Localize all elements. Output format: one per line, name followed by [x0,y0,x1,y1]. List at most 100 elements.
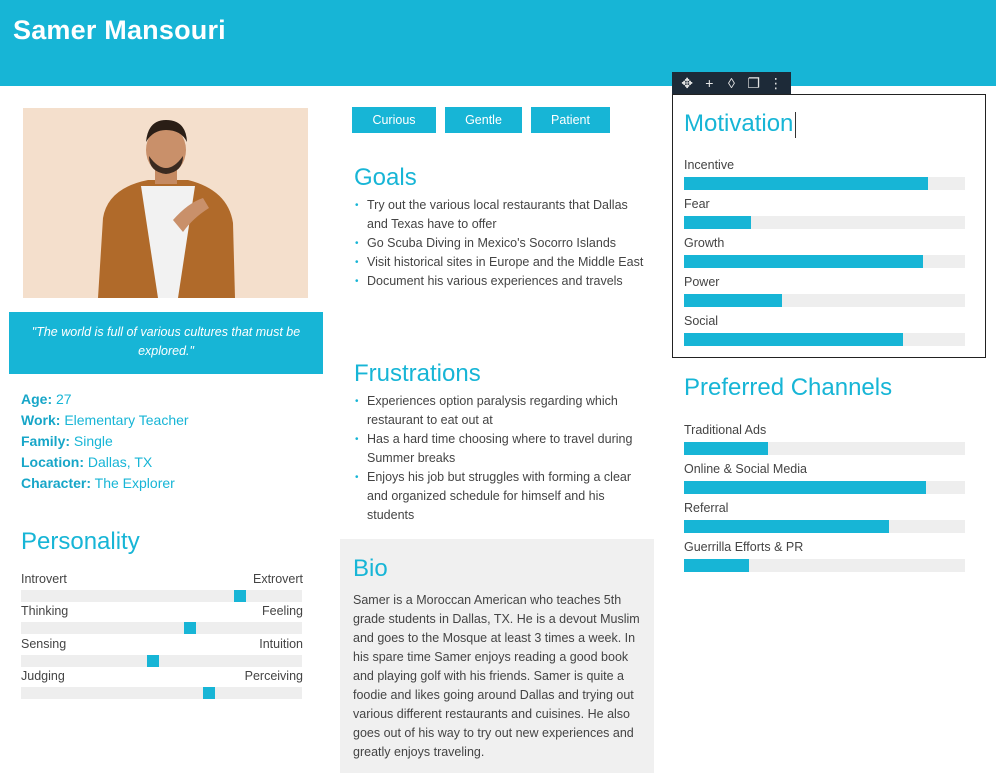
bar-label: Online & Social Media [684,462,807,476]
fact-work: Work: Elementary Teacher [21,410,189,431]
trait-left-label: Sensing [21,637,67,651]
trait-row: Thinking Feeling [21,604,303,634]
bar-label: Referral [684,501,729,515]
element-toolbar: ✥ + ◊ ❐ ⋮ [672,72,791,94]
bar-track[interactable] [684,255,965,268]
bar-label: Guerrilla Efforts & PR [684,540,804,554]
list-item: Try out the various local restaurants th… [354,196,650,234]
persona-name[interactable]: Samer Mansouri [13,15,226,46]
motivation-bar: Incentive [684,158,965,190]
motivation-bar: Social [684,314,965,346]
persona-photo[interactable] [23,108,308,298]
frustrations-title[interactable]: Frustrations [354,360,481,388]
motivation-bar: Power [684,275,965,307]
person-illustration [23,108,308,298]
bar-fill [684,481,926,494]
fact-key: Family: [21,433,71,449]
trait-right-label: Intuition [259,637,303,651]
tag-gentle[interactable]: Gentle [445,107,522,133]
bar-fill [684,294,783,307]
bar-fill [684,255,923,268]
channel-bar: Guerrilla Efforts & PR [684,540,965,572]
trait-left-label: Judging [21,669,65,683]
trait-right-label: Perceiving [244,669,303,683]
trait-marker[interactable] [184,622,196,634]
motivation-title[interactable]: Motivation [684,110,793,138]
motivation-bar: Fear [684,197,965,229]
trait-row: Judging Perceiving [21,669,303,699]
bar-fill [684,520,890,533]
bio-title[interactable]: Bio [353,555,388,583]
channel-bar: Referral [684,501,965,533]
bar-fill [684,177,929,190]
trait-left-label: Thinking [21,604,69,618]
bio-text[interactable]: Samer is a Moroccan American who teaches… [353,591,645,762]
more-icon[interactable]: ⋮ [766,72,786,94]
tag-patient[interactable]: Patient [531,107,610,133]
fact-character: Character: The Explorer [21,473,189,494]
fill-color-icon[interactable]: ◊ [721,72,741,94]
bar-track[interactable] [684,177,965,190]
bar-label: Power [684,275,720,289]
channels-title[interactable]: Preferred Channels [684,374,892,402]
fact-key: Character: [21,475,92,491]
bar-fill [684,333,904,346]
move-icon[interactable]: ✥ [677,72,697,94]
bar-track[interactable] [684,559,965,572]
list-item: Go Scuba Diving in Mexico's Socorro Isla… [354,234,650,253]
frustrations-list[interactable]: Experiences option paralysis regarding w… [354,392,650,525]
goals-title[interactable]: Goals [354,164,417,192]
list-item: Experiences option paralysis regarding w… [354,392,650,430]
bar-label: Social [684,314,719,328]
duplicate-icon[interactable]: ❐ [744,72,764,94]
trait-row: Sensing Intuition [21,637,303,667]
bar-label: Incentive [684,158,735,172]
fact-age: Age: 27 [21,389,189,410]
trait-right-label: Extrovert [252,572,303,586]
list-item: Enjoys his job but struggles with formin… [354,468,650,525]
persona-quote[interactable]: "The world is full of various cultures t… [9,312,323,374]
fact-key: Work: [21,412,61,428]
fact-value: The Explorer [94,475,175,491]
trait-right-label: Feeling [262,604,303,618]
trait-slider[interactable] [21,655,302,667]
bar-fill [684,559,749,572]
bar-track[interactable] [684,294,965,307]
bio-panel: Bio Samer is a Moroccan American who tea… [340,539,654,773]
trait-slider[interactable] [21,687,302,699]
fact-value: Elementary Teacher [64,412,189,428]
bar-track[interactable] [684,520,965,533]
list-item: Document his various experiences and tra… [354,272,650,291]
trait-marker[interactable] [203,687,215,699]
personality-title[interactable]: Personality [21,528,140,556]
bar-track[interactable] [684,442,965,455]
bar-fill [684,216,752,229]
tag-curious[interactable]: Curious [352,107,436,133]
fact-value: Dallas, TX [87,454,153,470]
trait-row: Introvert Extrovert [21,572,303,602]
channel-bar: Online & Social Media [684,462,965,494]
bar-track[interactable] [684,481,965,494]
fact-location: Location: Dallas, TX [21,452,189,473]
fact-value: 27 [56,391,72,407]
list-item: Has a hard time choosing where to travel… [354,430,650,468]
motivation-bar: Growth [684,236,965,268]
trait-left-label: Introvert [21,572,67,586]
trait-marker[interactable] [234,590,246,602]
bar-fill [684,442,769,455]
trait-slider[interactable] [21,590,302,602]
bar-track[interactable] [684,216,965,229]
fact-key: Location: [21,454,84,470]
add-icon[interactable]: + [699,72,719,94]
goals-list[interactable]: Try out the various local restaurants th… [354,196,650,291]
trait-marker[interactable] [147,655,159,667]
text-cursor [795,112,796,138]
bar-label: Fear [684,197,710,211]
persona-facts: Age: 27 Work: Elementary Teacher Family:… [21,389,189,494]
bar-track[interactable] [684,333,965,346]
fact-key: Age: [21,391,53,407]
bar-label: Growth [684,236,725,250]
bar-label: Traditional Ads [684,423,767,437]
trait-slider[interactable] [21,622,302,634]
channel-bar: Traditional Ads [684,423,965,455]
